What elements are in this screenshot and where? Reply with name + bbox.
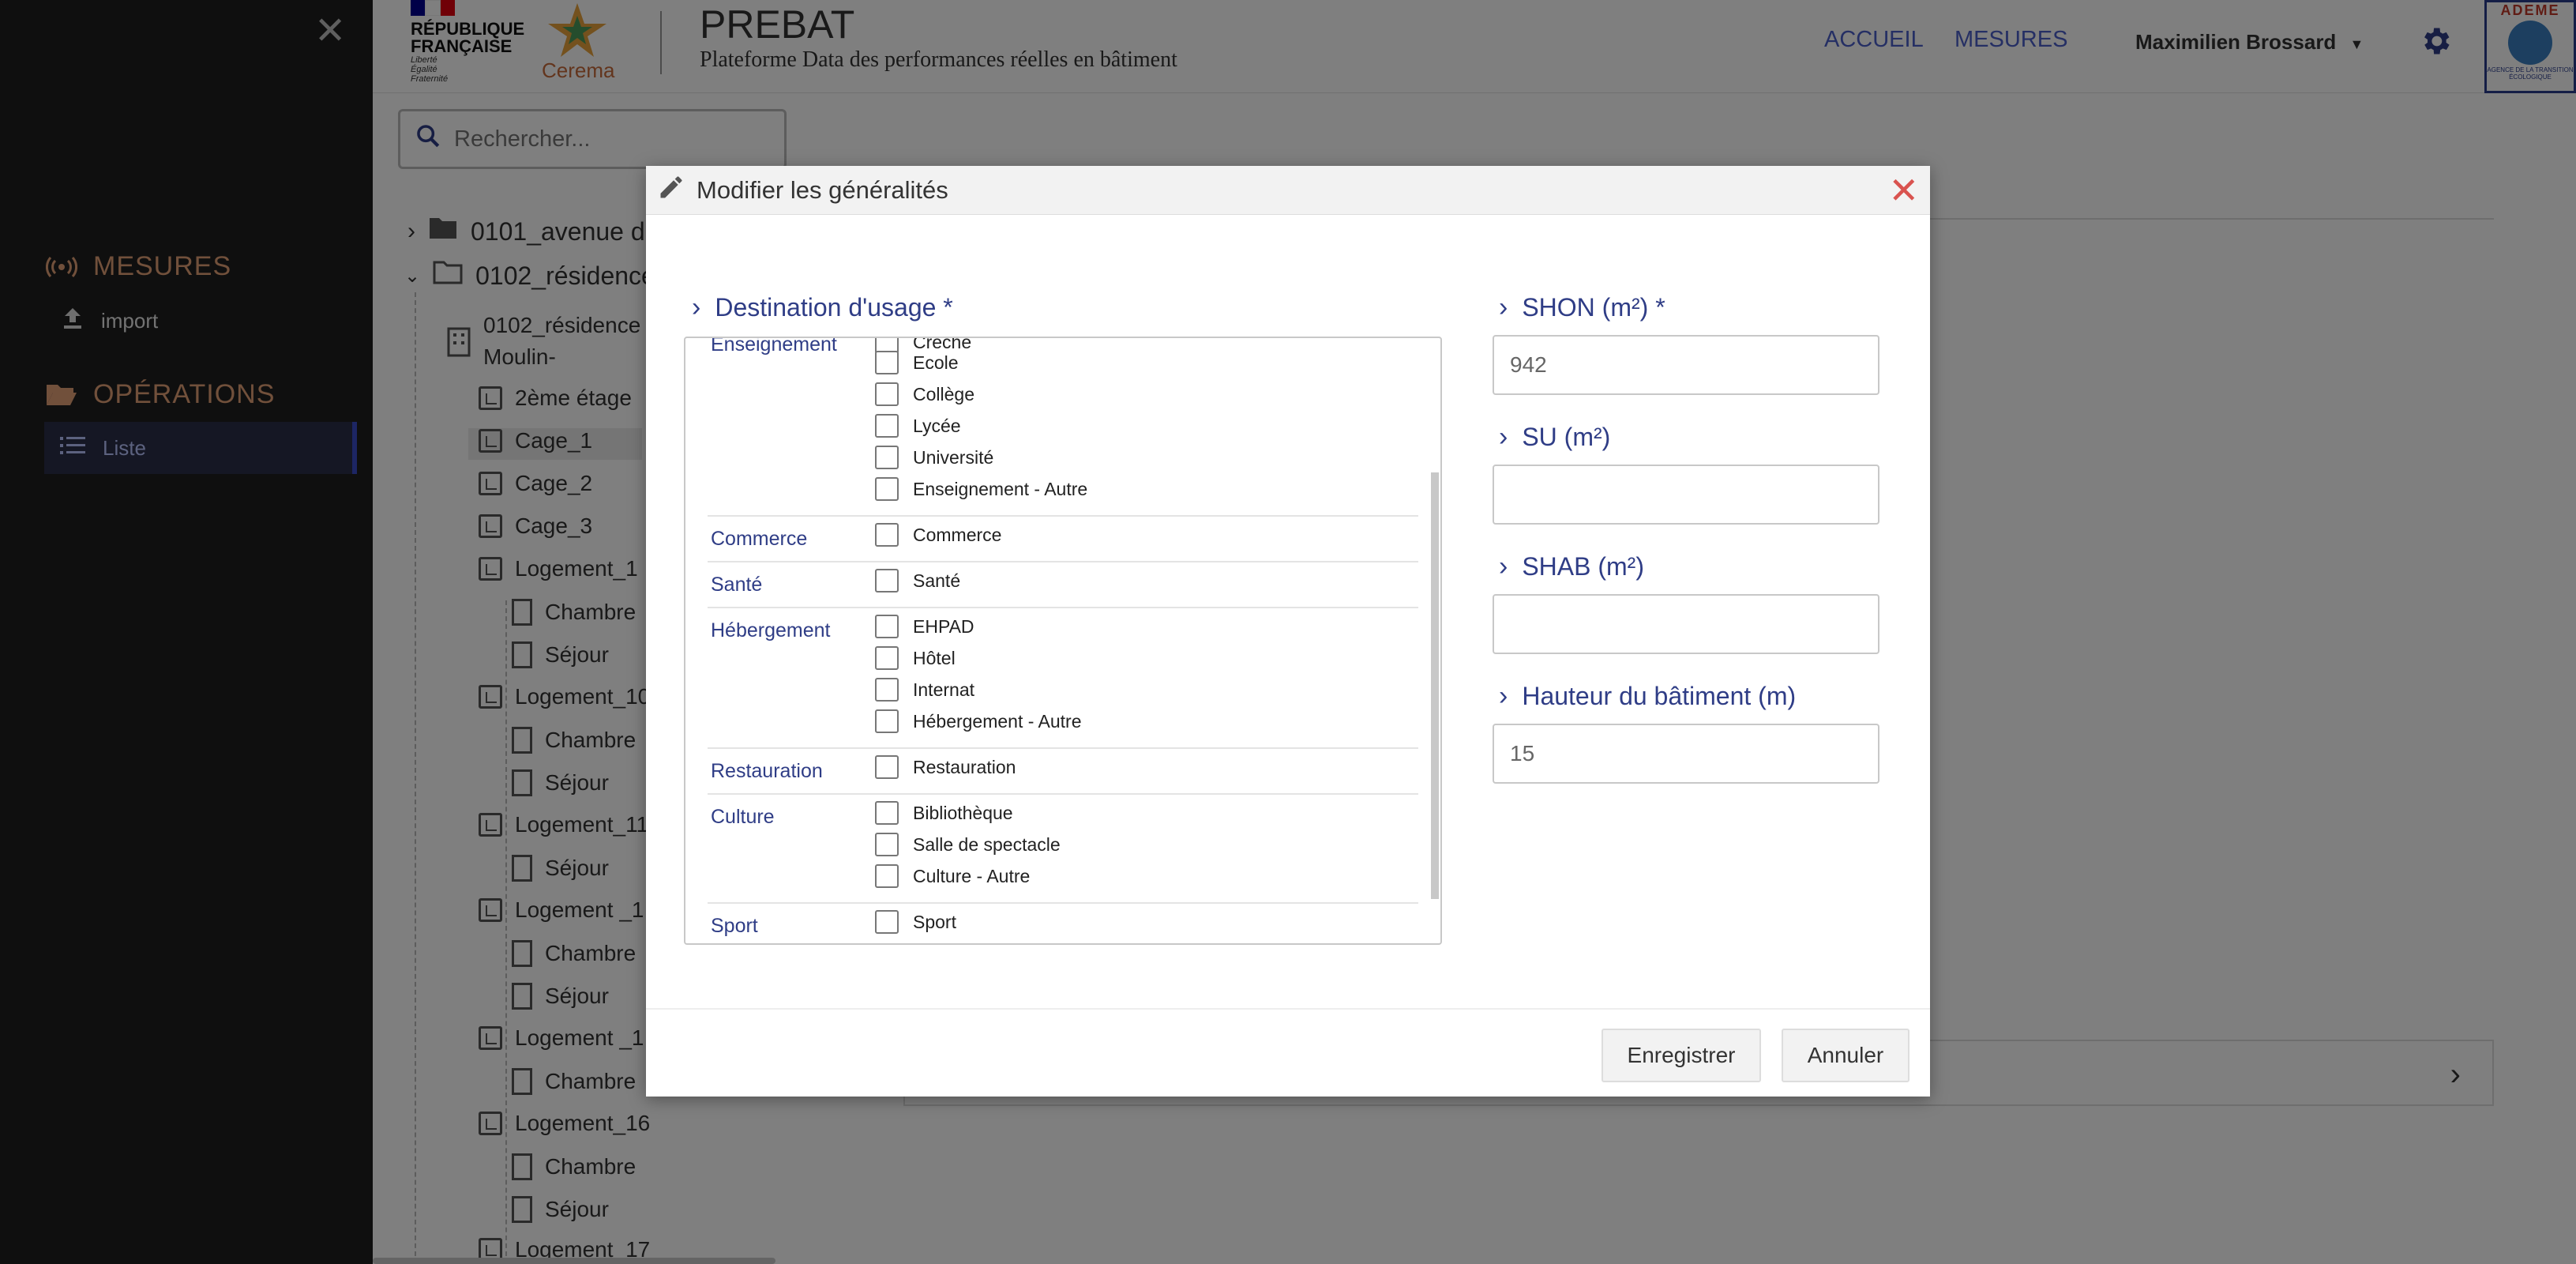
checkbox[interactable] xyxy=(875,864,899,888)
option-internat[interactable]: Internat xyxy=(875,678,974,702)
option-label: Hébergement - Autre xyxy=(913,710,1082,732)
option-label: EHPAD xyxy=(913,615,974,637)
checkbox[interactable] xyxy=(875,910,899,934)
checkbox[interactable] xyxy=(875,446,899,469)
modal-header: Modifier les généralités xyxy=(646,166,1930,215)
chevron-right-icon: › xyxy=(692,292,701,322)
row-divider xyxy=(708,902,1418,904)
option-ecole[interactable]: Ecole xyxy=(875,351,959,374)
field-label: SHON (m²) * xyxy=(1522,293,1665,322)
checkbox[interactable] xyxy=(875,569,899,592)
option-label: Bibliothèque xyxy=(913,802,1013,823)
destination-toggle[interactable]: › Destination d'usage * xyxy=(692,292,953,323)
option-lycee[interactable]: Lycée xyxy=(875,414,961,438)
option-ehpad[interactable]: EHPAD xyxy=(875,615,974,638)
option-restauration[interactable]: Restauration xyxy=(875,755,1016,779)
checkbox[interactable] xyxy=(875,523,899,547)
option-label: Enseignement - Autre xyxy=(913,478,1088,499)
pencil-icon xyxy=(657,173,685,208)
su-toggle[interactable]: › SU (m²) xyxy=(1499,422,1610,453)
option-commerce[interactable]: Commerce xyxy=(875,523,1001,547)
chevron-right-icon: › xyxy=(1499,422,1508,452)
cancel-button[interactable]: Annuler xyxy=(1782,1029,1909,1082)
option-label: Salle de spectacle xyxy=(913,833,1061,855)
option-hotel[interactable]: Hôtel xyxy=(875,646,956,670)
checkbox[interactable] xyxy=(875,477,899,501)
row-divider xyxy=(708,515,1418,517)
option-label: Lycée xyxy=(913,415,961,436)
close-icon[interactable]: ✕ xyxy=(1888,172,1919,209)
field-label: SU (m²) xyxy=(1522,423,1611,451)
su-input[interactable] xyxy=(1493,465,1879,525)
field-label: Hauteur du bâtiment (m) xyxy=(1522,682,1797,710)
category-label: Culture xyxy=(711,806,775,828)
row-divider xyxy=(708,607,1418,608)
category-label: Commerce xyxy=(711,528,808,550)
checkbox[interactable] xyxy=(875,678,899,702)
list-scrollbar[interactable] xyxy=(1431,472,1439,899)
option-salle-spectacle[interactable]: Salle de spectacle xyxy=(875,833,1061,856)
option-bibliotheque[interactable]: Bibliothèque xyxy=(875,801,1013,825)
hauteur-toggle[interactable]: › Hauteur du bâtiment (m) xyxy=(1499,681,1796,712)
category-label: Enseignement xyxy=(711,337,837,356)
checkbox[interactable] xyxy=(875,646,899,670)
checkbox[interactable] xyxy=(875,351,899,374)
option-enseignement-autre[interactable]: Enseignement - Autre xyxy=(875,477,1087,501)
option-college[interactable]: Collège xyxy=(875,382,974,406)
option-label: Restauration xyxy=(913,756,1016,777)
field-label: SHAB (m²) xyxy=(1522,552,1644,581)
option-label: Culture - Autre xyxy=(913,865,1031,886)
shab-toggle[interactable]: › SHAB (m²) xyxy=(1499,551,1644,582)
category-label: Sport xyxy=(711,915,758,937)
checkbox[interactable] xyxy=(875,615,899,638)
category-label: Santé xyxy=(711,574,763,596)
chevron-right-icon: › xyxy=(1499,551,1508,581)
option-label: Ecole xyxy=(913,352,959,373)
chevron-right-icon: › xyxy=(1499,681,1508,711)
option-hebergement-autre[interactable]: Hébergement - Autre xyxy=(875,709,1082,733)
checkbox[interactable] xyxy=(875,382,899,406)
option-sport[interactable]: Sport xyxy=(875,910,956,934)
checkbox[interactable] xyxy=(875,801,899,825)
option-label: Collège xyxy=(913,383,974,404)
checkbox[interactable] xyxy=(875,414,899,438)
hauteur-input[interactable] xyxy=(1493,724,1879,784)
field-label: Destination d'usage * xyxy=(715,293,953,322)
shon-toggle[interactable]: › SHON (m²) * xyxy=(1499,292,1665,323)
option-label: Santé xyxy=(913,570,961,591)
option-label: Hôtel xyxy=(913,647,956,668)
chevron-right-icon: › xyxy=(1499,292,1508,322)
checkbox[interactable] xyxy=(875,755,899,779)
option-label: Internat xyxy=(913,679,974,700)
option-universite[interactable]: Université xyxy=(875,446,993,469)
checkbox[interactable] xyxy=(875,833,899,856)
category-label: Hébergement xyxy=(711,619,831,641)
row-divider xyxy=(708,747,1418,749)
save-button[interactable]: Enregistrer xyxy=(1602,1029,1761,1082)
destination-list[interactable]: Enseignement Crèche Ecole Collège Lycée … xyxy=(684,337,1442,945)
option-culture-autre[interactable]: Culture - Autre xyxy=(875,864,1030,888)
row-divider xyxy=(708,561,1418,562)
option-sante[interactable]: Santé xyxy=(875,569,960,592)
row-divider xyxy=(708,793,1418,795)
modal-dialog: Modifier les généralités ✕ › Destination… xyxy=(646,166,1930,1097)
shon-input[interactable] xyxy=(1493,335,1879,395)
category-label: Restauration xyxy=(711,760,823,782)
option-label: Commerce xyxy=(913,524,1002,545)
option-label: Université xyxy=(913,446,994,468)
option-label: Sport xyxy=(913,911,956,932)
checkbox[interactable] xyxy=(875,709,899,733)
shab-input[interactable] xyxy=(1493,594,1879,654)
modal-title: Modifier les généralités xyxy=(697,175,948,204)
